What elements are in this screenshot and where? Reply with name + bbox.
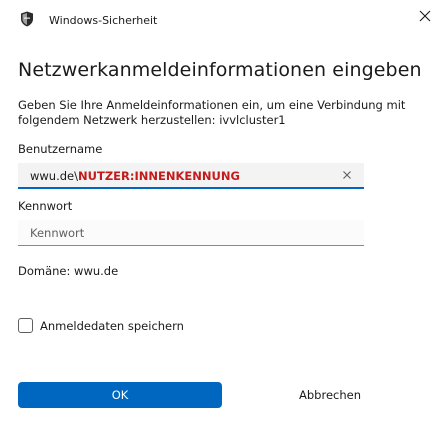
username-field[interactable]: wwu.de\NUTZER:INNENKENNUNG <box>18 163 364 189</box>
remember-credentials-checkbox[interactable] <box>18 318 33 333</box>
password-placeholder: Kennwort <box>30 226 85 240</box>
password-label: Kennwort <box>18 199 73 213</box>
cancel-button[interactable]: Abbrechen <box>228 382 432 408</box>
close-button[interactable] <box>405 0 445 32</box>
username-domain-prefix: wwu.de\ <box>30 169 79 183</box>
windows-security-shield-icon <box>21 11 33 27</box>
username-label: Benutzername <box>18 142 103 156</box>
title-bar: Windows-Sicherheit <box>0 0 445 40</box>
clear-input-icon[interactable] <box>340 168 354 182</box>
credential-dialog: Windows-Sicherheit Netzwerkanmeldeinform… <box>0 0 445 437</box>
app-title: Windows-Sicherheit <box>49 14 158 27</box>
remember-credentials-row[interactable]: Anmeldedaten speichern <box>18 318 184 333</box>
username-value: wwu.de\NUTZER:INNENKENNUNG <box>30 169 240 183</box>
username-placeholder-highlight: NUTZER:INNENKENNUNG <box>78 169 240 183</box>
remember-credentials-label[interactable]: Anmeldedaten speichern <box>40 319 184 333</box>
ok-button[interactable]: OK <box>18 382 222 408</box>
domain-text: Domäne: wwu.de <box>18 264 119 278</box>
password-field[interactable]: Kennwort <box>18 220 364 246</box>
dialog-description: Geben Sie Ihre Anmeldeinformationen ein,… <box>18 98 406 127</box>
close-icon <box>419 10 431 22</box>
dialog-heading: Netzwerkanmeldeinformationen eingeben <box>18 59 422 81</box>
